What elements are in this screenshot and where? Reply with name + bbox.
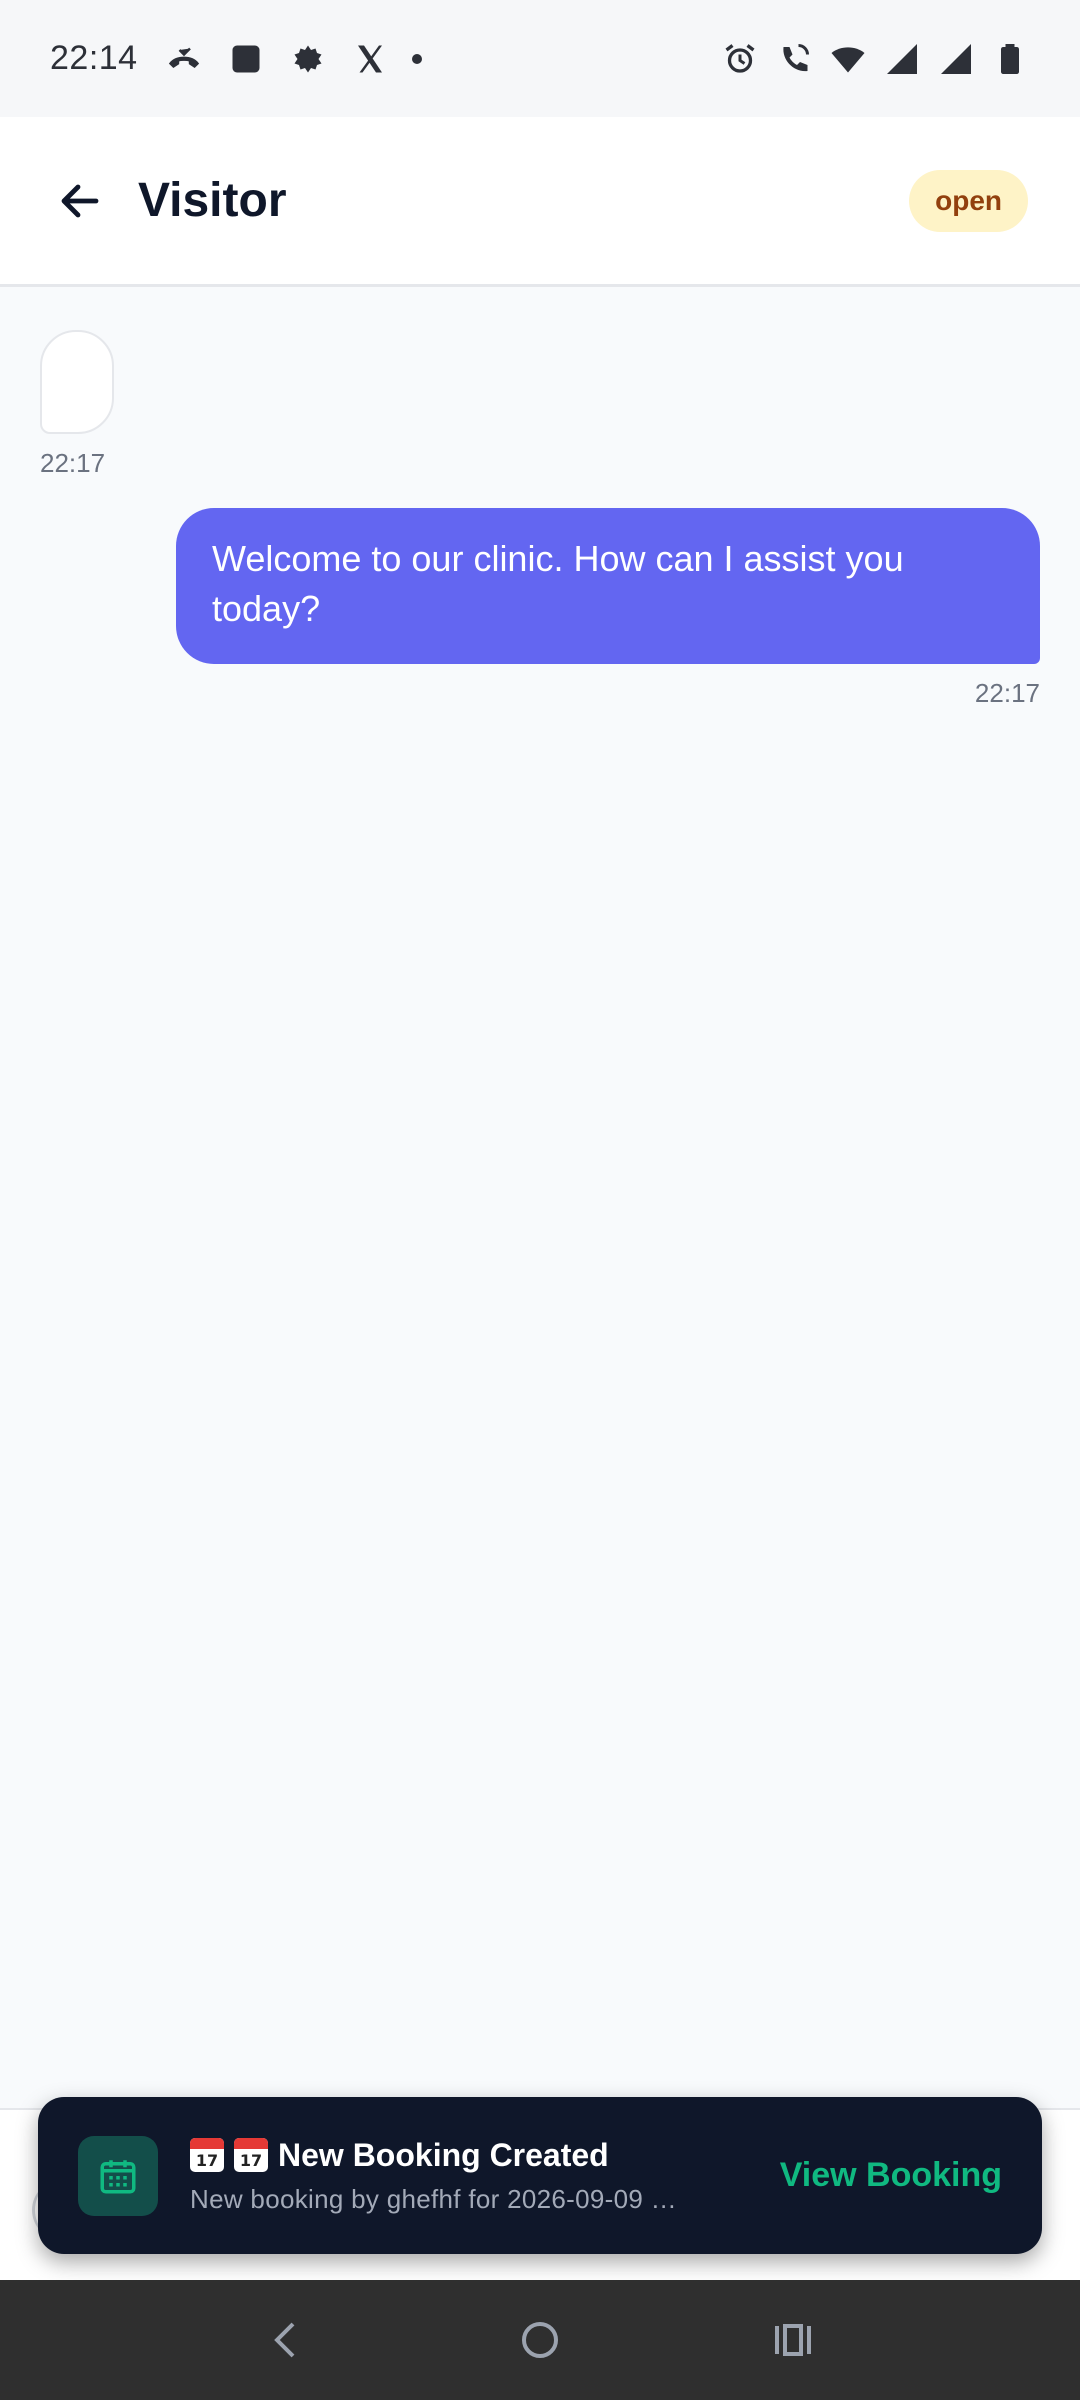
notification-dot-icon — [411, 53, 422, 64]
snackbar-title-text: New Booking Created — [278, 2136, 609, 2173]
nav-back-icon — [273, 2322, 295, 2358]
status-badge: open — [909, 169, 1028, 232]
signal-icon — [936, 39, 976, 79]
incoming-message: 22:17 — [40, 330, 114, 479]
status-bar: 22:14 — [0, 0, 1080, 117]
outgoing-bubble: Welcome to our clinic. How can I assist … — [176, 508, 1040, 664]
outgoing-message: Welcome to our clinic. How can I assist … — [176, 508, 1040, 709]
snackbar-subtitle: New booking by ghefhf for 2026-09-09 … — [190, 2183, 677, 2214]
missed-call-icon — [164, 39, 204, 79]
x-logo-icon — [350, 39, 390, 79]
message-time: 22:17 — [40, 448, 106, 478]
message-time: 22:17 — [974, 678, 1040, 708]
alarm-icon — [720, 39, 760, 79]
booking-snackbar: 17 17 New Booking Created New booking by… — [38, 2097, 1042, 2254]
wifi-icon — [828, 39, 868, 79]
nav-home-icon — [521, 2322, 558, 2358]
calendar-icon — [78, 2135, 158, 2216]
calendar-emoji-icon: 17 — [190, 2138, 224, 2172]
incoming-bubble — [40, 330, 114, 434]
nav-recents-icon — [775, 2324, 812, 2356]
calendar-emoji-icon: 17 — [234, 2138, 268, 2172]
app-bar: Visitor open — [0, 117, 1080, 287]
back-button[interactable] — [40, 161, 120, 241]
nav-recents-button[interactable] — [753, 2300, 833, 2380]
page-title: Visitor — [138, 174, 287, 227]
screen: 22:14 Visitor open 22:17 Welcome to our … — [0, 0, 1080, 2400]
arrow-back-icon — [61, 184, 99, 217]
leaf-app-icon — [288, 39, 328, 79]
system-nav-bar — [0, 2280, 1080, 2400]
nav-back-button[interactable] — [247, 2300, 327, 2380]
app-square-icon — [226, 39, 266, 79]
signal-icon — [882, 39, 922, 79]
nav-home-button[interactable] — [500, 2300, 580, 2380]
battery-icon — [990, 39, 1030, 79]
wifi-calling-icon — [774, 39, 814, 79]
status-time: 22:14 — [50, 39, 138, 77]
snackbar-text: 17 17 New Booking Created New booking by… — [190, 2137, 750, 2215]
snackbar-title: 17 17 New Booking Created — [190, 2137, 750, 2174]
view-booking-button[interactable]: View Booking — [780, 2156, 1002, 2195]
